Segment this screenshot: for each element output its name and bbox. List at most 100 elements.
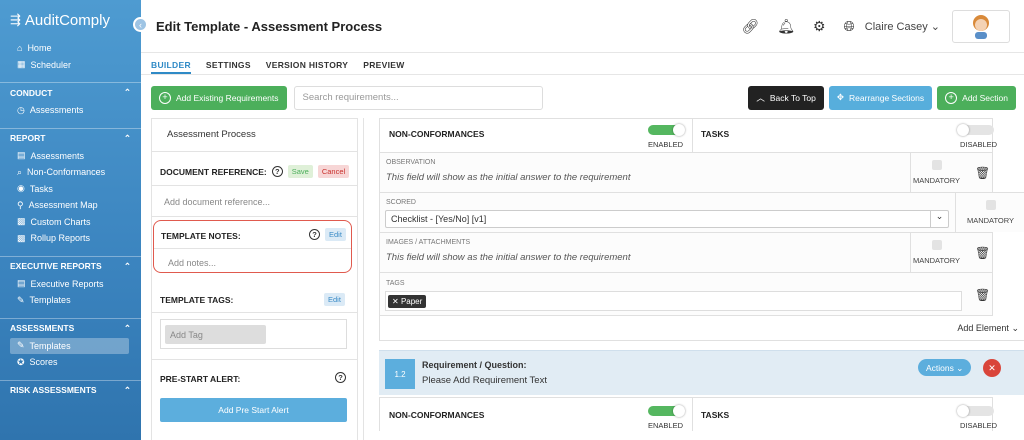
images-row: IMAGES / ATTACHMENTS This field will sho… [379,232,993,272]
plus-icon: + [159,91,171,104]
search-input[interactable]: Search requirements... [293,85,543,110]
edit-tags-button[interactable]: Edit [324,293,345,306]
plus-icon: + [945,91,958,104]
sidebar-section-assessments[interactable]: ASSESSMENTS ⌃ [0,317,141,338]
tab-version-history[interactable]: VERSION HISTORY [266,60,348,73]
sidebar-item-exec-templates[interactable]: ✎ Templates [0,292,141,309]
user-menu[interactable]: Claire Casey ⌄ [865,20,940,33]
chevron-up-icon: ⌃ [123,132,131,143]
help-icon[interactable]: ? [335,372,346,383]
help-icon[interactable]: ? [271,166,283,177]
avatar-icon [973,15,989,39]
ribbon-icon: ✪ [17,356,25,367]
scored-row: SCORED Checklist - [Yes/No] [v1] ⌄ MANDAT… [379,192,1024,232]
globe-icon[interactable]: 🌐︎ [844,18,855,35]
document-reference-input[interactable]: Add document reference... [164,197,270,207]
report-icon: ▤ [17,150,26,161]
tab-settings[interactable]: SETTINGS [206,60,251,73]
brand-logo[interactable]: ⇶ AuditComply [0,0,141,40]
actions-button[interactable]: Actions ⌄ [918,359,972,376]
requirement-number: 1.2 [385,359,415,389]
sidebar-item-home[interactable]: ⌂ Home [0,40,141,57]
cancel-button[interactable]: Cancel [317,165,350,178]
mandatory-checkbox[interactable]: MANDATORY [955,193,1024,232]
report-icon: ▤ [17,278,26,289]
chevron-down-icon: ⌄ [956,363,964,373]
sidebar-item-executive-reports[interactable]: ▤ Executive Reports [0,276,141,293]
chevron-up-icon: ⌃ [123,260,131,271]
save-button[interactable]: Save [287,165,313,178]
sidebar-item-report-assessments[interactable]: ▤ Assessments [0,148,141,165]
sidebar-item-custom-charts[interactable]: ▩ Custom Charts [0,214,141,231]
chart-icon: ▩ [17,216,26,227]
toolbar: + Add Existing Requirements Search requir… [151,85,1016,110]
chevron-up-icon: ⌃ [123,87,131,97]
sidebar-item-rollup-reports[interactable]: ▩ Rollup Reports [0,230,141,247]
nonconf-row: NON-CONFORMANCES ENABLED TASKS DISABLED [379,118,997,152]
sidebar-item-non-conformances[interactable]: ⌕ Non-Conformances [0,164,141,181]
pre-start-alert-label: PRE-START ALERT: [160,374,241,384]
add-tag-input[interactable]: Add Tag [165,325,266,344]
home-icon: ⌂ [17,43,23,54]
edit-notes-button[interactable]: Edit [325,228,346,241]
sidebar-item-tasks[interactable]: ◉ Tasks [0,181,141,198]
top-bar: Edit Template - Assessment Process 🔗︎ 🔔︎… [141,0,1024,53]
avatar[interactable] [952,9,1010,43]
close-icon: ✕ [392,297,399,306]
sidebar-section-risk-assessments[interactable]: RISK ASSESSMENTS ⌃ [0,379,141,400]
logo-icon: ⇶ [10,12,21,27]
template-notes-label: TEMPLATE NOTES: [161,231,241,241]
add-existing-requirements-button[interactable]: + Add Existing Requirements [151,85,287,110]
rearrange-sections-button[interactable]: ✥ Rearrange Sections [828,85,933,110]
collapse-sidebar-button[interactable]: ‹ [133,17,148,32]
requirement-text[interactable]: Please Add Requirement Text [422,375,547,386]
tag-chip[interactable]: ✕ Paper [388,295,427,308]
trash-icon[interactable]: 🗑︎ [975,288,990,302]
add-pre-start-alert-button[interactable]: Add Pre Start Alert [160,398,347,422]
sidebar-item-scheduler[interactable]: ▦ Scheduler [0,57,141,74]
move-icon: ✥ [836,92,845,102]
chart-icon: ▩ [17,232,26,243]
add-section-button[interactable]: + Add Section [937,85,1016,110]
sidebar-item-scores[interactable]: ✪ Scores [0,354,141,371]
back-to-top-button[interactable]: ︿ Back To Top [748,85,824,110]
sidebar-section-executive-reports[interactable]: EXECUTIVE REPORTS ⌃ [0,255,141,276]
chevron-left-icon: ‹ [139,19,142,30]
delete-requirement-button[interactable]: ✕ [983,359,1001,377]
tab-preview[interactable]: PREVIEW [363,60,404,73]
trash-icon[interactable]: 🗑︎ [975,166,990,180]
tasks-toggle[interactable] [957,405,994,417]
search-icon: ⌕ [17,166,23,177]
gear-icon[interactable]: ⚙ [813,18,826,35]
scored-select[interactable]: Checklist - [Yes/No] [v1] ⌄ [385,210,949,228]
calendar-icon: ▦ [17,59,26,70]
link-icon[interactable]: 🔗︎ [741,18,759,35]
bell-icon[interactable]: 🔔︎ [777,18,795,35]
chevron-up-icon: ⌃ [123,322,131,333]
sidebar-item-templates[interactable]: ✎ Templates [10,337,129,354]
divider [141,74,1024,75]
sidebar-section-conduct[interactable]: CONDUCT ⌃ [0,82,141,102]
sidebar-section-report[interactable]: REPORT ⌃ [0,127,141,148]
add-element-dropdown[interactable]: Add Element ⌄ [957,323,1019,334]
nonconf-toggle[interactable] [648,124,685,136]
builder-panel: NON-CONFORMANCES ENABLED TASKS DISABLED … [363,118,1024,440]
mandatory-checkbox[interactable]: MANDATORY [910,153,962,192]
sidebar-item-conduct-assessments[interactable]: ◷ Assessments [0,102,141,119]
tasks-toggle[interactable] [957,124,994,136]
map-pin-icon: ⚲ [17,199,24,210]
help-icon[interactable]: ? [309,229,320,240]
nonconf-toggle[interactable] [648,405,685,417]
tags-input[interactable]: ✕ Paper [385,291,962,311]
close-icon: ✕ [988,362,996,373]
document-reference-label: DOCUMENT REFERENCE: [160,166,267,177]
tab-builder[interactable]: BUILDER [151,60,191,74]
chevron-up-icon: ⌃ [123,384,131,395]
notes-input[interactable]: Add notes... [168,258,216,268]
chevron-down-icon: ⌄ [1011,323,1019,333]
mandatory-checkbox[interactable]: MANDATORY [910,233,962,272]
chevron-up-icon: ︿ [756,92,765,103]
trash-icon[interactable]: 🗑︎ [975,246,990,260]
add-element-row: Add Element ⌄ [379,316,1024,341]
sidebar-item-assessment-map[interactable]: ⚲ Assessment Map [0,197,141,214]
